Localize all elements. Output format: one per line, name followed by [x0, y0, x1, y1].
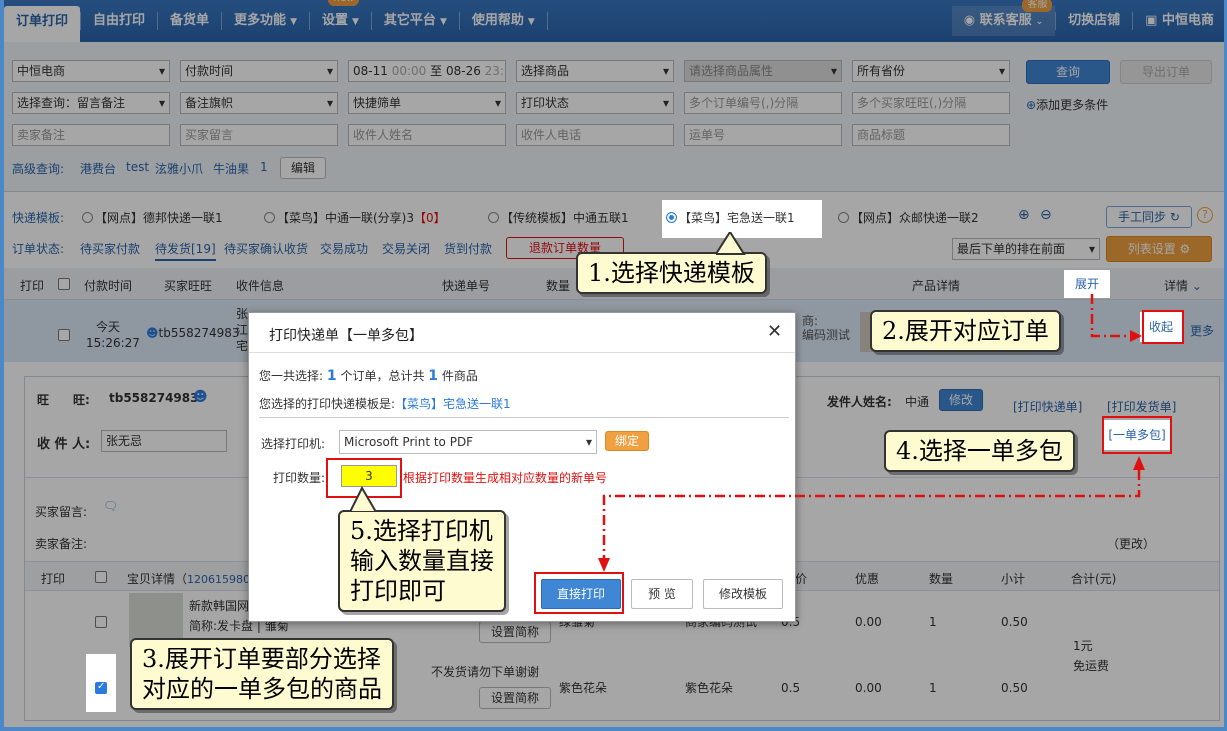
arrowhead [1130, 330, 1142, 342]
callout-line: 3.展开订单要部分选择 [142, 645, 381, 673]
arrowhead [1133, 456, 1145, 470]
arrow-expand [1090, 294, 1134, 338]
callout-pointer [348, 486, 378, 512]
callout-step-3: 3.展开订单要部分选择 对应的一单多包的商品 [130, 638, 394, 710]
arrow-multi-package [602, 470, 1141, 566]
callout-line: 打印即可 [350, 577, 446, 605]
callout-line: 5.选择打印机 [350, 517, 493, 545]
annotation-arrows [598, 294, 1145, 572]
callout-step-4: 4.选择一单多包 [884, 430, 1075, 472]
arrowhead [598, 558, 610, 572]
callout-line: 对应的一单多包的商品 [142, 675, 382, 703]
pointer-shape [716, 232, 746, 255]
callout-step-5: 5.选择打印机 输入数量直接 打印即可 [338, 510, 506, 612]
pointer-shape [348, 486, 378, 512]
callout-pointer [716, 232, 746, 255]
callout-step-2: 2.展开对应订单 [870, 310, 1061, 352]
callout-step-1: 1.选择快递模板 [576, 252, 767, 294]
callout-line: 输入数量直接 [350, 547, 494, 575]
app-frame: 订单打印 自由打印 备货单 更多功能▼ new设置▼ 其它平台▼ 使用帮助▼ 客… [4, 0, 1224, 727]
